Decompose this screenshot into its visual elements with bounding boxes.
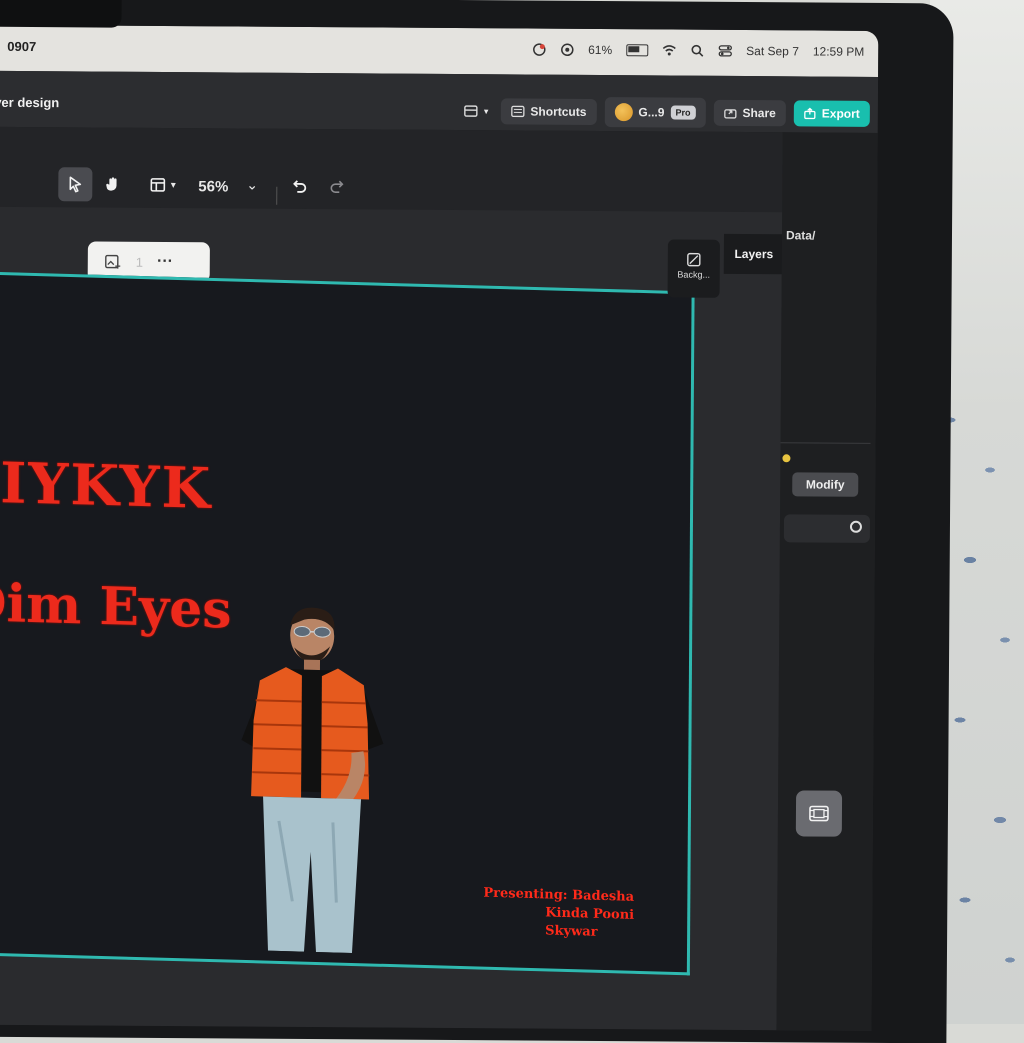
layout-icon <box>464 105 478 117</box>
canvas-area[interactable]: 1 ··· IYKYK Dim Eyes <box>0 207 782 1031</box>
keyboard-icon <box>510 105 524 117</box>
layers-tab[interactable]: Layers <box>724 234 784 274</box>
zoom-chevron-down-icon[interactable]: ⌄ <box>246 177 258 194</box>
control-center-icon[interactable] <box>718 44 732 58</box>
collaborator-button[interactable]: G...9 Pro <box>604 97 705 128</box>
menubar-app-name[interactable]: 0907 <box>7 39 36 54</box>
camera-notch <box>0 0 122 28</box>
share-icon <box>723 107 736 119</box>
select-tool-button[interactable] <box>58 167 92 201</box>
menu-bar: 0907 61% Sat Sep 7 12:59 PM <box>0 25 878 77</box>
undo-button[interactable] <box>282 169 316 203</box>
modify-button[interactable]: Modify <box>792 472 858 496</box>
panel-divider <box>781 442 871 444</box>
focus-icon[interactable] <box>560 43 574 57</box>
credits-block[interactable]: Presenting: Badesha Kinda Pooni Skywar <box>483 885 634 943</box>
wifi-icon[interactable] <box>662 43 676 57</box>
redo-icon <box>329 178 345 194</box>
data-panel-label[interactable]: Data/ <box>786 228 815 242</box>
chevron-down-icon: ▾ <box>484 106 489 117</box>
editor-toolbar: ▾ 56% ⌄ <box>0 127 783 213</box>
redo-button[interactable] <box>320 169 354 203</box>
frame-icon <box>151 178 167 192</box>
zoom-level[interactable]: 56% <box>198 178 228 195</box>
floating-toolbar-count: 1 <box>136 254 143 269</box>
shortcuts-label: Shortcuts <box>530 105 586 119</box>
frame-tool-button[interactable]: ▾ <box>140 168 186 202</box>
collaborator-label: G...9 <box>638 105 664 119</box>
shortcuts-button[interactable]: Shortcuts <box>500 98 596 125</box>
laptop-screen: 0907 61% Sat Sep 7 12:59 PM Cover design… <box>0 25 878 1031</box>
share-button[interactable]: Share <box>713 100 786 127</box>
export-label: Export <box>822 107 860 121</box>
battery-percent: 61% <box>588 43 612 57</box>
app-titlebar: Cover design ▾ Shortcuts G...9 Pro S <box>0 71 878 134</box>
cursor-arrow-icon <box>67 175 83 193</box>
document-title[interactable]: Cover design <box>0 95 59 111</box>
menubar-time[interactable]: 12:59 PM <box>813 44 864 58</box>
background-button[interactable]: Backg... <box>668 239 720 297</box>
adjustment-slider[interactable] <box>784 514 870 543</box>
hand-tool-button[interactable] <box>96 167 130 201</box>
artboard-cover[interactable]: IYKYK Dim Eyes <box>0 271 695 976</box>
layout-toggle-button[interactable]: ▾ <box>460 99 493 123</box>
titlebar-actions: ▾ Shortcuts G...9 Pro Share Export <box>460 96 870 129</box>
video-button[interactable] <box>796 790 842 836</box>
undo-icon <box>291 178 307 194</box>
slider-knob[interactable] <box>850 521 862 533</box>
export-icon <box>804 107 816 119</box>
pro-badge: Pro <box>670 105 695 119</box>
laptop-bezel: 0907 61% Sat Sep 7 12:59 PM Cover design… <box>0 0 954 1043</box>
menubar-status-area: 61% Sat Sep 7 12:59 PM <box>532 43 864 59</box>
person-photo[interactable] <box>222 599 404 954</box>
chevron-down-icon: ▾ <box>171 180 176 191</box>
battery-icon[interactable] <box>626 44 648 56</box>
add-image-icon[interactable] <box>104 253 122 271</box>
hand-icon <box>104 176 122 194</box>
more-options-button[interactable]: ··· <box>157 253 173 271</box>
toolbar-divider <box>276 187 277 205</box>
headline-text[interactable]: IYKYK <box>0 450 212 522</box>
export-button[interactable]: Export <box>794 100 870 127</box>
menubar-date[interactable]: Sat Sep 7 <box>746 44 799 58</box>
spotlight-search-icon[interactable] <box>690 44 704 58</box>
film-icon <box>808 804 830 822</box>
background-label: Backg... <box>668 269 720 279</box>
right-panel: Data/ <box>776 132 877 1031</box>
avatar <box>614 103 632 121</box>
share-label: Share <box>742 106 775 120</box>
background-icon <box>686 252 702 268</box>
screen-record-icon[interactable] <box>532 43 546 57</box>
subtitle-text[interactable]: Dim Eyes <box>0 572 232 641</box>
status-dot <box>782 454 790 462</box>
